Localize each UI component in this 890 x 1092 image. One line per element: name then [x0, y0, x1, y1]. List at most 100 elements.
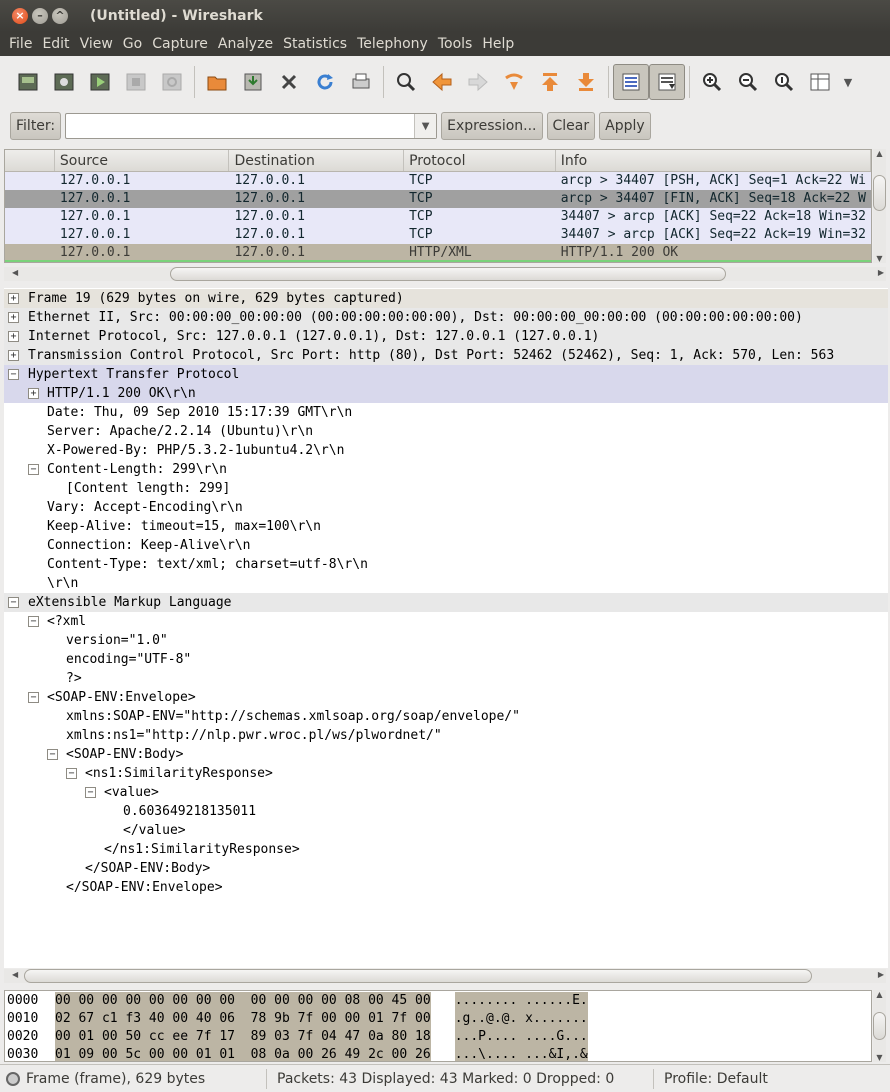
detail-row[interactable]: </SOAP-ENV:Envelope>	[4, 878, 888, 897]
filter-input[interactable]: ▼	[65, 113, 438, 139]
find-packet-icon[interactable]	[388, 64, 424, 100]
apply-button[interactable]: Apply	[599, 112, 651, 140]
detail-row[interactable]: + Internet Protocol, Src: 127.0.0.1 (127.…	[4, 327, 888, 346]
first-packet-icon[interactable]	[532, 64, 568, 100]
hex-row[interactable]: 0000 00 00 00 00 00 00 00 00 00 00 00 00 …	[5, 992, 588, 1010]
detail-row[interactable]: X-Powered-By: PHP/5.3.2-1ubuntu4.2\r\n	[4, 441, 888, 460]
print-icon[interactable]	[343, 64, 379, 100]
packet-row[interactable]: 127.0.0.1 127.0.0.1 TCP 34407 > arcp [ACK] …	[5, 208, 871, 226]
normal-size-icon[interactable]	[766, 64, 802, 100]
column-header-source[interactable]: Source	[55, 150, 230, 171]
zoom-in-icon[interactable]	[694, 64, 730, 100]
bytes-vscrollbar[interactable]: ▲ ▼	[873, 990, 886, 1062]
packet-row[interactable]: 127.0.0.1 127.0.0.1 TCP 34407 > arcp [ACK] …	[5, 226, 871, 244]
zoom-out-icon[interactable]	[730, 64, 766, 100]
column-header-destination[interactable]: Destination	[229, 150, 405, 171]
menu-file[interactable]: File	[4, 36, 37, 52]
details-hscrollbar[interactable]: ◀ ▶	[4, 969, 886, 983]
menu-statistics[interactable]: Statistics	[278, 36, 352, 52]
detail-row[interactable]: Connection: Keep-Alive\r\n	[4, 536, 888, 555]
packet-row[interactable]: 127.0.0.1 127.0.0.1 TCP arcp > 34407 [PSH, …	[5, 172, 871, 190]
clear-button[interactable]: Clear	[546, 112, 596, 140]
detail-row[interactable]: − <SOAP-ENV:Envelope>	[4, 688, 888, 707]
detail-row[interactable]: xmlns:SOAP-ENV="http://schemas.xmlsoap.o…	[4, 707, 888, 726]
collapse-icon[interactable]: −	[8, 369, 19, 380]
menu-tools[interactable]: Tools	[433, 36, 478, 52]
expand-icon[interactable]: +	[8, 293, 19, 304]
detail-row[interactable]: + Ethernet II, Src: 00:00:00_00:00:00 (00…	[4, 308, 888, 327]
expand-icon[interactable]: +	[8, 331, 19, 342]
detail-row[interactable]: − <SOAP-ENV:Body>	[4, 745, 888, 764]
detail-row[interactable]: Date: Thu, 09 Sep 2010 15:17:39 GMT\r\n	[4, 403, 888, 422]
detail-row[interactable]: Server: Apache/2.2.14 (Ubuntu)\r\n	[4, 422, 888, 441]
reload-icon[interactable]	[307, 64, 343, 100]
go-forward-icon[interactable]	[460, 64, 496, 100]
expression-button[interactable]: Expression...	[441, 112, 543, 140]
stop-capture-icon[interactable]	[118, 64, 154, 100]
collapse-icon[interactable]: −	[28, 464, 39, 475]
detail-row[interactable]: \r\n	[4, 574, 888, 593]
go-back-icon[interactable]	[424, 64, 460, 100]
collapse-icon[interactable]: −	[47, 749, 58, 760]
toolbar-overflow-icon[interactable]: ▼	[838, 64, 858, 100]
detail-row[interactable]: [Content length: 299]	[4, 479, 888, 498]
packet-row[interactable]: 127.0.0.1 127.0.0.1 TCP arcp > 34407 [FIN, …	[5, 190, 871, 208]
detail-row[interactable]: encoding="UTF-8"	[4, 650, 888, 669]
auto-scroll-icon[interactable]	[649, 64, 685, 100]
expand-icon[interactable]: +	[8, 312, 19, 323]
detail-row[interactable]: Keep-Alive: timeout=15, max=100\r\n	[4, 517, 888, 536]
column-header-protocol[interactable]: Protocol	[404, 150, 556, 171]
packet-list-hscroll-thumb[interactable]	[170, 267, 726, 281]
menu-go[interactable]: Go	[118, 36, 147, 52]
detail-row[interactable]: Content-Type: text/xml; charset=utf-8\r\…	[4, 555, 888, 574]
save-file-icon[interactable]	[235, 64, 271, 100]
detail-row[interactable]: </SOAP-ENV:Body>	[4, 859, 888, 878]
menu-telephony[interactable]: Telephony	[352, 36, 433, 52]
close-file-icon[interactable]	[271, 64, 307, 100]
details-hscroll-thumb[interactable]	[24, 969, 812, 983]
menu-help[interactable]: Help	[477, 36, 519, 52]
go-to-packet-icon[interactable]	[496, 64, 532, 100]
minimize-window-button[interactable]: –	[32, 8, 48, 24]
start-capture-icon[interactable]	[82, 64, 118, 100]
capture-options-icon[interactable]	[46, 64, 82, 100]
open-file-icon[interactable]	[199, 64, 235, 100]
detail-row[interactable]: − eXtensible Markup Language	[4, 593, 888, 612]
expert-info-icon[interactable]	[6, 1071, 20, 1086]
column-header-info[interactable]: Info	[556, 150, 871, 171]
collapse-icon[interactable]: −	[66, 768, 77, 779]
detail-row[interactable]: 0.603649218135011	[4, 802, 888, 821]
filter-dropdown-icon[interactable]: ▼	[414, 114, 437, 138]
hex-row[interactable]: 0020 00 01 00 50 cc ee 7f 17 89 03 7f 04 …	[5, 1028, 588, 1046]
detail-row[interactable]: − Hypertext Transfer Protocol	[4, 365, 888, 384]
restart-capture-icon[interactable]	[154, 64, 190, 100]
detail-row[interactable]: − <?xml	[4, 612, 888, 631]
hex-row[interactable]: 0030 01 09 00 5c 00 00 01 01 08 0a 00 26 …	[5, 1046, 588, 1061]
collapse-icon[interactable]: −	[28, 692, 39, 703]
packet-list-vscrollbar[interactable]: ▲ ▼	[873, 149, 886, 263]
menu-view[interactable]: View	[75, 36, 118, 52]
collapse-icon[interactable]: −	[8, 597, 19, 608]
column-header-no[interactable]	[5, 150, 55, 171]
detail-row[interactable]: Vary: Accept-Encoding\r\n	[4, 498, 888, 517]
collapse-icon[interactable]: −	[85, 787, 96, 798]
close-window-button[interactable]: ×	[12, 8, 28, 24]
detail-row[interactable]: − Content-Length: 299\r\n	[4, 460, 888, 479]
detail-row[interactable]: + Frame 19 (629 bytes on wire, 629 bytes …	[4, 289, 888, 308]
last-packet-icon[interactable]	[568, 64, 604, 100]
menu-capture[interactable]: Capture	[147, 36, 213, 52]
interfaces-icon[interactable]	[10, 64, 46, 100]
expand-icon[interactable]: +	[28, 388, 39, 399]
collapse-icon[interactable]: −	[28, 616, 39, 627]
detail-row[interactable]: </value>	[4, 821, 888, 840]
packet-list-vscroll-thumb[interactable]	[873, 175, 886, 211]
menu-analyze[interactable]: Analyze	[213, 36, 278, 52]
filter-button[interactable]: Filter:	[10, 112, 62, 140]
expand-icon[interactable]: +	[8, 350, 19, 361]
detail-row[interactable]: + HTTP/1.1 200 OK\r\n	[4, 384, 888, 403]
detail-row[interactable]: </ns1:SimilarityResponse>	[4, 840, 888, 859]
maximize-window-button[interactable]: ^	[52, 8, 68, 24]
hex-row[interactable]: 0010 02 67 c1 f3 40 00 40 06 78 9b 7f 00 …	[5, 1010, 588, 1028]
bytes-vscroll-thumb[interactable]	[873, 1012, 886, 1040]
packet-list-hscrollbar[interactable]: ◀ ▶	[4, 267, 886, 281]
